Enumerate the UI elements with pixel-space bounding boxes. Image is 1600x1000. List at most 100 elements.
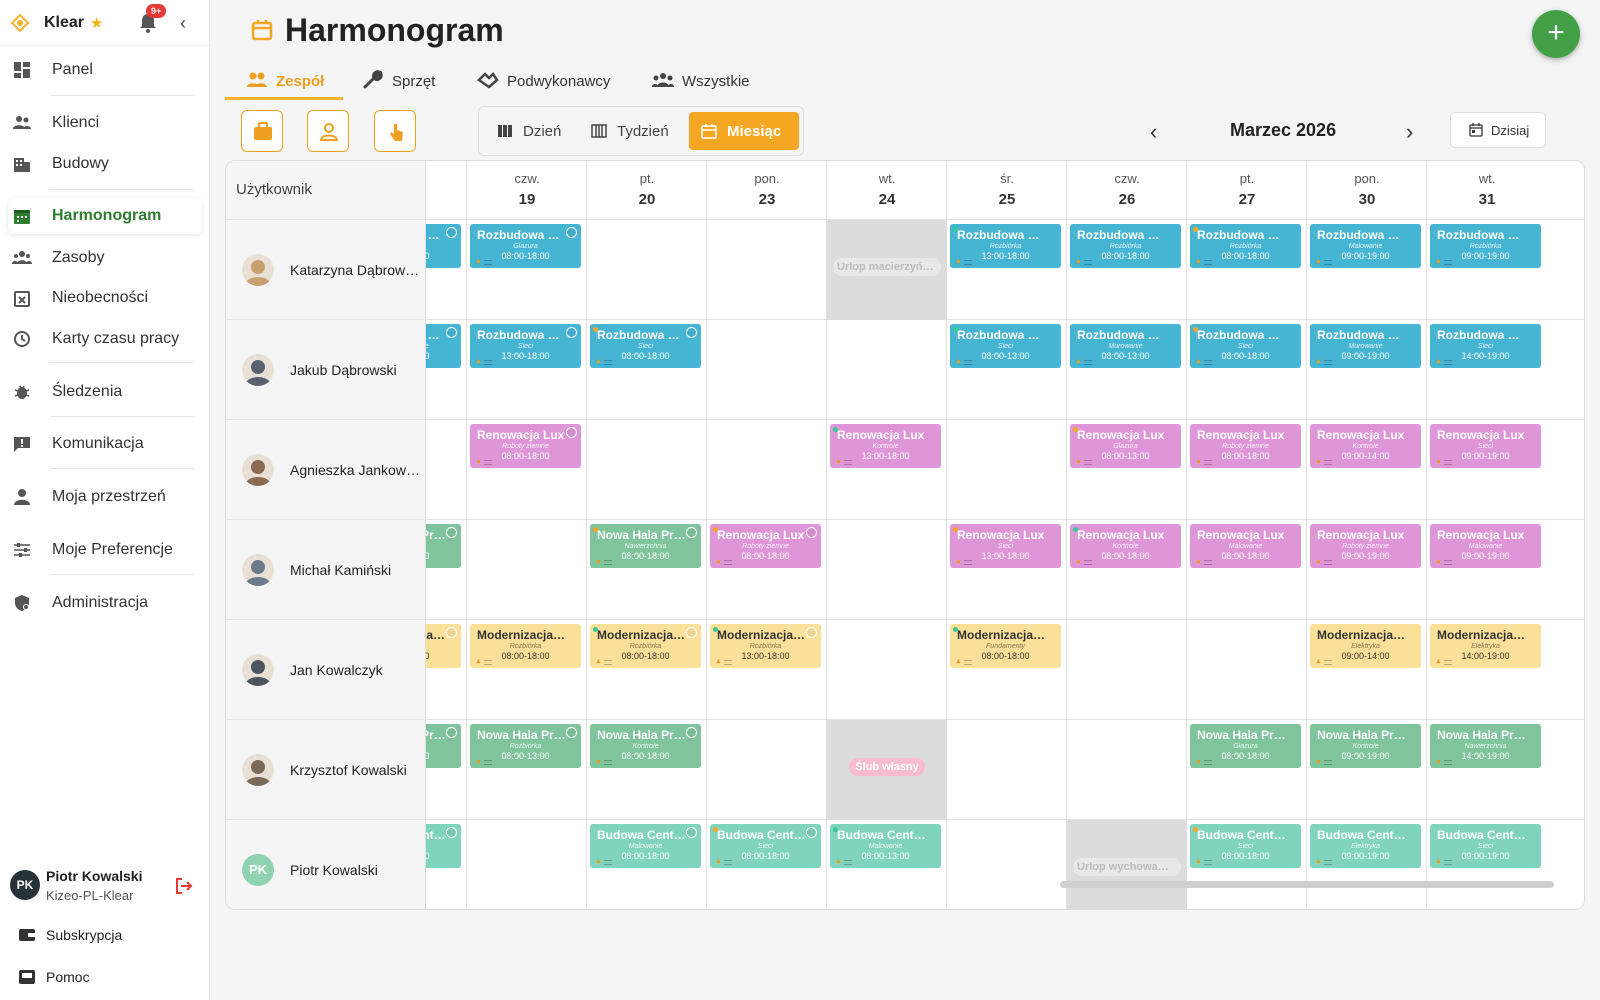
sidebar-item-harmonogram[interactable]: Harmonogram	[8, 198, 202, 234]
assignment-card[interactable]: Renowacja Lux Glazura 08:00-13:00 ▲	[1070, 424, 1181, 468]
sidebar-item-budowy[interactable]: Budowy	[8, 146, 202, 182]
assignment-card[interactable]: Budowa Centrum Sieci 09:00-19:00 ▲	[1430, 824, 1541, 868]
assignment-card[interactable]: Budowa CentrumMalowanie08:00-18:00▲	[590, 824, 701, 868]
assignment-card[interactable]: Nowa Hala ProdukcyjnaGlazura08:00-13:00▲	[426, 724, 461, 768]
assignment-card[interactable]: Renowacja Lux Sieci 09:00-19:00 ▲	[1430, 424, 1541, 468]
user-row[interactable]: Jan Kowalczyk	[226, 619, 426, 719]
assignment-card[interactable]: Renowacja Lux Roboty ziemne 08:00-18:00 ▲	[470, 424, 581, 468]
sidebar-item-label: Karty czasu pracy	[52, 330, 180, 347]
assignment-card[interactable]: Modernizacja BiuraRozbiórka08:00-18:00▲	[470, 624, 581, 668]
assignment-card[interactable]: Rozbudowa CentrumMurowanie09:00-19:00▲	[1310, 324, 1421, 368]
sidebar-item-komunikacja[interactable]: Komunikacja	[8, 426, 202, 462]
assignment-card[interactable]: Nowa Hala ProdukcyjnaGlazura08:00-18:00▲	[1190, 724, 1301, 768]
assignment-card[interactable]: Budowa Centrum Sieci 08:00-18:00 ▲	[710, 824, 821, 868]
sidebar-item-karty[interactable]: Karty czasu pracy	[8, 321, 202, 357]
select-mode-button[interactable]	[374, 110, 416, 152]
assignment-card[interactable]: Renowacja Lux Roboty ziemne 08:00-18:00 ▲	[1190, 424, 1301, 468]
assignment-card[interactable]: Budowa Centrum Sieci 08:00-18:00 ▲	[1190, 824, 1301, 868]
assignment-card[interactable]: Modernizacja BiuraElektryka14:00-19:00▲	[1430, 624, 1541, 668]
calendar-icon	[701, 124, 717, 139]
assignment-card[interactable]: Rozbudowa CentrumSieci08:00-18:00▲	[1190, 324, 1301, 368]
subscription-link[interactable]: Subskrypcja	[18, 924, 198, 948]
previous-month-button[interactable]: ‹	[1150, 119, 1157, 145]
sidebar-item-administracja[interactable]: Administracja	[8, 585, 202, 621]
sidebar-item-panel[interactable]: Panel	[8, 52, 202, 88]
assignment-task: Murowanie	[1108, 343, 1143, 350]
assignment-task: Malowanie	[1348, 243, 1383, 250]
assignment-card[interactable]: Nowa Hala ProdukcyjnaRozbiórka08:00-13:0…	[470, 724, 581, 768]
filter-projects-button[interactable]	[241, 110, 283, 152]
assignment-card[interactable]: Rozbudowa CentrumMalowanie09:00-19:00▲	[1310, 224, 1421, 268]
today-button[interactable]: Dzisiaj	[1450, 112, 1546, 148]
assignment-card[interactable]: Rozbudowa CentrumSieci08:00-13:00▲	[950, 324, 1061, 368]
assignment-title: Rozbudowa Centrum	[1197, 328, 1287, 342]
check-icon	[566, 727, 577, 738]
assignment-card[interactable]: Rozbudowa CentrumRozbiórka13:00-18:00▲	[950, 224, 1061, 268]
sidebar-item-nieobecnosci[interactable]: Nieobecności	[8, 280, 202, 316]
assignment-card[interactable]: Rozbudowa CentrumRozbiórka08:00-18:00▲	[1190, 224, 1301, 268]
horizontal-scrollbar[interactable]	[1060, 881, 1554, 888]
help-link[interactable]: Pomoc	[18, 966, 198, 990]
sidebar-item-sledzenia[interactable]: Śledzenia	[8, 374, 202, 410]
sidebar-item-preferencje[interactable]: Moje Preferencje	[8, 532, 202, 568]
absence-cell[interactable]: Ślub własny	[827, 720, 947, 820]
assignment-card[interactable]: Nowa Hala ProdukcyjnaNawierzchnia14:00-1…	[1430, 724, 1541, 768]
assignment-card[interactable]: Budowa Centrum Elektryka 09:00-19:00 ▲	[1310, 824, 1421, 868]
assignment-card[interactable]: Renowacja Lux Roboty ziemne 08:00-18:00 ▲	[710, 524, 821, 568]
assignment-title: Budowa Centrum	[837, 828, 927, 842]
assignment-card[interactable]: Renowacja Lux Malowanie 08:00-18:00 ▲	[1190, 524, 1301, 568]
assignment-card[interactable]: Rozbudowa CentrumSieci08:00-18:00▲	[590, 324, 701, 368]
filter-users-button[interactable]	[307, 110, 349, 152]
assignment-card[interactable]: Nowa Hala ProdukcyjnaKontrole09:00-19:00…	[1310, 724, 1421, 768]
assignment-title: Rozbudowa Centrum	[426, 228, 447, 242]
notes-icon	[1324, 560, 1332, 565]
star-icon[interactable]: ★	[90, 14, 103, 32]
absence-cell[interactable]: Urlop wychowawczy	[1067, 820, 1187, 909]
user-row[interactable]: Michał Kamiński	[226, 519, 426, 619]
next-month-button[interactable]: ›	[1406, 119, 1413, 145]
assignment-card[interactable]: Nowa Hala ProdukcyjnaKontrole08:00-18:00…	[590, 724, 701, 768]
assignment-card[interactable]: Renowacja Lux Malowanie 09:00-19:00 ▲	[1430, 524, 1541, 568]
sidebar-item-klienci[interactable]: Klienci	[8, 105, 202, 141]
assignment-card[interactable]: Rozbudowa CentrumRoboty ziemne08:00-18:0…	[426, 324, 461, 368]
assignment-card[interactable]: Nowa Hala ProdukcyjnaNawierzchnia08:00-1…	[590, 524, 701, 568]
assignment-card[interactable]: Renowacja Lux Kontrole 08:00-18:00 ▲	[1070, 524, 1181, 568]
warning-icon: ▲	[835, 458, 842, 465]
assignment-card[interactable]: Renowacja Lux Kontrole 09:00-14:00 ▲	[1310, 424, 1421, 468]
assignment-card[interactable]: Nowa Hala ProdukcyjnaRozbiórka08:00-13:0…	[426, 524, 461, 568]
sidebar-item-zasoby[interactable]: Zasoby	[8, 240, 202, 276]
view-day-button[interactable]: Dzień	[485, 112, 573, 150]
view-week-button[interactable]: Tydzień	[579, 112, 679, 150]
assignment-card[interactable]: Rozbudowa CentrumMalowanie08:00-18:00▲	[426, 224, 461, 268]
user-row[interactable]: Agnieszka Jankowska	[226, 419, 426, 519]
nieobecnosci-icon	[14, 291, 30, 307]
assignment-card[interactable]: Renowacja Lux Kontrole 13:00-18:00 ▲	[830, 424, 941, 468]
assignment-card[interactable]: Modernizacja BiuraRozbiórka08:00-18:00▲	[426, 624, 461, 668]
assignment-card[interactable]: Renowacja Lux Sieci 13:00-18:00 ▲	[950, 524, 1061, 568]
assignment-card[interactable]: Modernizacja BiuraFundamenty08:00-18:00▲	[950, 624, 1061, 668]
logout-icon[interactable]	[174, 876, 194, 896]
assignment-card[interactable]: Budowa CentrumMalowanie08:00-18:00▲	[426, 824, 461, 868]
sidebar-item-przestrzen[interactable]: Moja przestrzeń	[8, 479, 202, 515]
absence-cell[interactable]: Urlop macierzyński	[827, 220, 947, 320]
assignment-card[interactable]: Modernizacja BiuraRozbiórka13:00-18:00▲	[710, 624, 821, 668]
assignment-card[interactable]: Budowa Centrum Malowanie 08:00-13:00 ▲	[830, 824, 941, 868]
user-row[interactable]: Jakub Dąbrowski	[226, 319, 426, 419]
user-row[interactable]: Krzysztof Kowalski	[226, 719, 426, 819]
assignment-card[interactable]: Rozbudowa CentrumSieci14:00-19:00▲	[1430, 324, 1541, 368]
assignment-card[interactable]: Modernizacja BiuraRozbiórka08:00-18:00▲	[590, 624, 701, 668]
assignment-card[interactable]: Rozbudowa CentrumRozbiórka09:00-19:00▲	[1430, 224, 1541, 268]
assignment-card[interactable]: Rozbudowa CentrumRozbiórka08:00-18:00▲	[1070, 224, 1181, 268]
assignment-card[interactable]: Rozbudowa CentrumSieci13:00-18:00▲	[470, 324, 581, 368]
assignment-card[interactable]: Renowacja Lux Roboty ziemne 09:00-19:00 ▲	[1310, 524, 1421, 568]
assignment-card[interactable]: Modernizacja BiuraElektryka09:00-14:00▲	[1310, 624, 1421, 668]
assignment-card[interactable]: Rozbudowa CentrumGlazura08:00-18:00▲	[470, 224, 581, 268]
assignment-card[interactable]: Rozbudowa CentrumMurowanie08:00-13:00▲	[1070, 324, 1181, 368]
user-profile[interactable]: PK Piotr Kowalski Kizeo-PL-Klear	[10, 866, 200, 908]
add-button[interactable]: +	[1532, 10, 1580, 58]
user-row[interactable]: Katarzyna Dąbrowska	[226, 219, 426, 319]
collapse-sidebar-icon[interactable]: ‹	[180, 13, 186, 34]
row-separator	[426, 819, 1584, 820]
user-row[interactable]: PK Piotr Kowalski	[226, 819, 426, 909]
view-month-button[interactable]: Miesiąc	[689, 112, 799, 150]
